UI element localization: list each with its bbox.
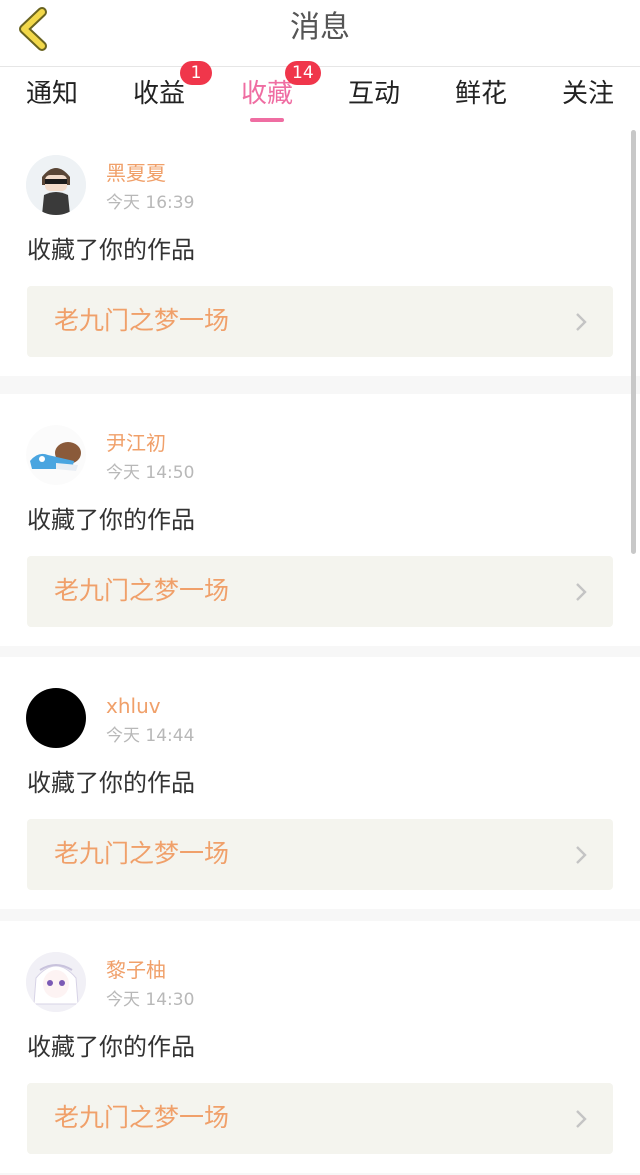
page-title: 消息 bbox=[290, 10, 350, 45]
chevron-right-icon bbox=[576, 1110, 587, 1128]
action-text: 收藏了你的作品 bbox=[27, 506, 195, 534]
header-bar: 消息 bbox=[0, 0, 640, 67]
notification-item: xhluv 今天 14:44 收藏了你的作品 老九门之梦一场 bbox=[0, 657, 640, 909]
tab-earnings[interactable]: 收益 bbox=[133, 77, 185, 111]
avatar[interactable] bbox=[26, 425, 86, 485]
chevron-right-icon bbox=[576, 583, 587, 601]
timestamp: 今天 14:50 bbox=[106, 463, 195, 483]
work-title: 老九门之梦一场 bbox=[54, 1103, 230, 1132]
work-title: 老九门之梦一场 bbox=[54, 576, 230, 605]
notification-list[interactable]: 黑夏夏 今天 16:39 收藏了你的作品 老九门之梦一场 尹江初 今天 14:5… bbox=[0, 124, 640, 1175]
timestamp: 今天 14:44 bbox=[106, 726, 195, 746]
avatar[interactable] bbox=[26, 952, 86, 1012]
timestamp: 今天 16:39 bbox=[106, 193, 195, 213]
action-text: 收藏了你的作品 bbox=[27, 1033, 195, 1061]
username[interactable]: 黑夏夏 bbox=[106, 160, 166, 186]
work-link[interactable]: 老九门之梦一场 bbox=[27, 1083, 613, 1154]
notification-item: 黑夏夏 今天 16:39 收藏了你的作品 老九门之梦一场 bbox=[0, 124, 640, 376]
notification-item: 黎子柚 今天 14:30 收藏了你的作品 老九门之梦一场 bbox=[0, 921, 640, 1173]
tab-notifications[interactable]: 通知 bbox=[26, 77, 78, 111]
chevron-right-icon bbox=[576, 846, 587, 864]
work-title: 老九门之梦一场 bbox=[54, 306, 230, 335]
chevron-right-icon bbox=[576, 313, 587, 331]
tab-earnings-badge: 1 bbox=[180, 61, 212, 85]
action-text: 收藏了你的作品 bbox=[27, 769, 195, 797]
work-link[interactable]: 老九门之梦一场 bbox=[27, 819, 613, 890]
scrollbar[interactable] bbox=[631, 130, 636, 554]
tab-flowers[interactable]: 鲜花 bbox=[455, 77, 507, 111]
tab-bar: 通知 收益 1 收藏 14 互动 鲜花 关注 bbox=[0, 61, 640, 123]
avatar[interactable] bbox=[26, 155, 86, 215]
work-title: 老九门之梦一场 bbox=[54, 839, 230, 868]
notification-item: 尹江初 今天 14:50 收藏了你的作品 老九门之梦一场 bbox=[0, 394, 640, 646]
work-link[interactable]: 老九门之梦一场 bbox=[27, 286, 613, 357]
tab-favorites-badge: 14 bbox=[285, 61, 321, 85]
action-text: 收藏了你的作品 bbox=[27, 236, 195, 264]
username[interactable]: xhluv bbox=[106, 693, 161, 719]
tab-favorites[interactable]: 收藏 bbox=[241, 77, 293, 111]
avatar[interactable] bbox=[26, 688, 86, 748]
tab-interactions[interactable]: 互动 bbox=[348, 77, 400, 111]
username[interactable]: 尹江初 bbox=[106, 430, 166, 456]
work-link[interactable]: 老九门之梦一场 bbox=[27, 556, 613, 627]
username[interactable]: 黎子柚 bbox=[106, 957, 166, 983]
tab-follows[interactable]: 关注 bbox=[562, 77, 614, 111]
timestamp: 今天 14:30 bbox=[106, 990, 195, 1010]
active-tab-indicator bbox=[250, 118, 284, 122]
